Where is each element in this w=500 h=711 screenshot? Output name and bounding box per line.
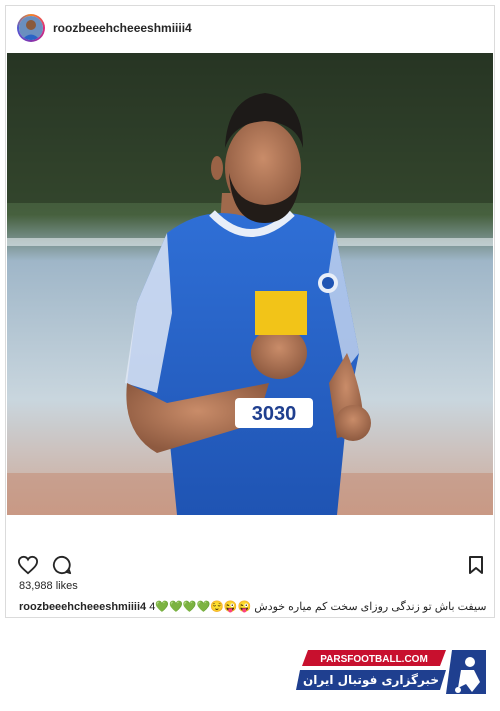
caption-username[interactable]: roozbeeehcheeeshmiiii4 — [19, 601, 146, 613]
heart-icon[interactable] — [17, 555, 39, 580]
comment-icon[interactable] — [52, 555, 72, 580]
post-photo[interactable]: 3030 — [7, 53, 493, 515]
post-username[interactable]: roozbeeehcheeeshmiiii4 — [53, 21, 192, 35]
post-header: roozbeeehcheeeshmiiii4 — [6, 6, 494, 50]
avatar[interactable] — [17, 14, 45, 42]
post-actions — [6, 553, 494, 579]
parsfootball-watermark: PARSFOOTBALL.COM خبرگزاری فوتبال ایران — [296, 648, 488, 696]
watermark-tagline: خبرگزاری فوتبال ایران — [303, 673, 439, 688]
jersey-number: 3030 — [252, 403, 297, 425]
bookmark-icon[interactable] — [468, 555, 484, 580]
instagram-post-card: roozbeeehcheeeshmiiii4 3030 83,988 likes… — [5, 5, 495, 618]
post-caption: roozbeeehcheeeshmiiii4 4💚💚💚💚😌😜😜 سیفت باش… — [19, 600, 489, 613]
avatar-image — [19, 16, 43, 40]
caption-text: 4💚💚💚💚😌😜😜 سیفت باش تو زندگی روزای سخت کم … — [149, 601, 487, 613]
watermark-site: PARSFOOTBALL.COM — [320, 654, 428, 665]
likes-count[interactable]: 83,988 likes — [19, 580, 78, 592]
